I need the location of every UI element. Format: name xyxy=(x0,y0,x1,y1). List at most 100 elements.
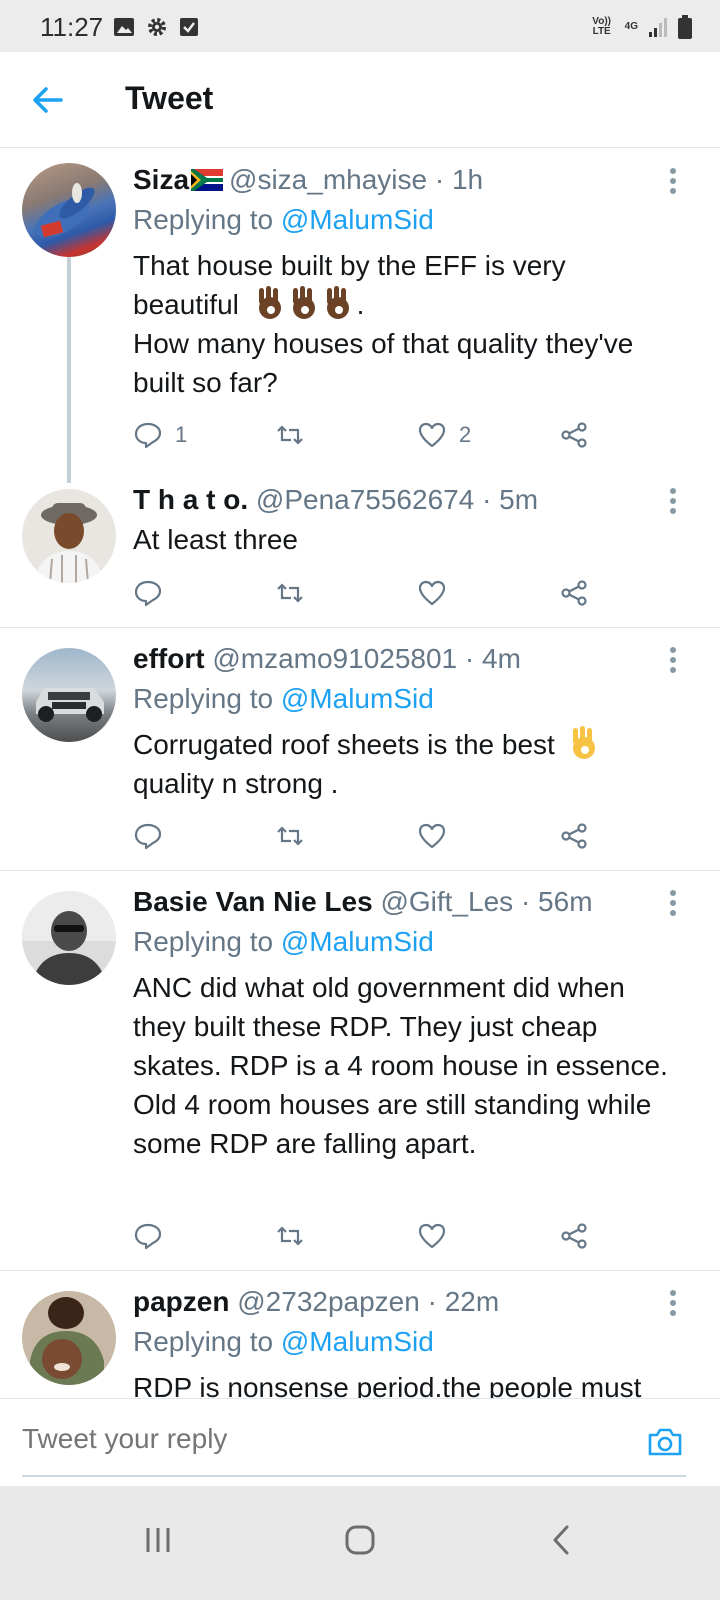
checkbox-icon xyxy=(180,18,198,36)
avatar[interactable] xyxy=(22,1291,116,1385)
mention-link[interactable]: @MalumSid xyxy=(281,1326,434,1357)
display-name[interactable]: Siza xyxy=(133,164,189,195)
display-name[interactable]: Basie Van Nie Les xyxy=(133,886,373,917)
thread-line xyxy=(67,257,71,483)
replying-to-label: Replying to xyxy=(133,1326,281,1357)
like-button[interactable] xyxy=(417,573,447,613)
battery-icon xyxy=(678,15,692,39)
like-button[interactable] xyxy=(417,816,447,856)
reply-button[interactable] xyxy=(133,1216,163,1256)
avatar[interactable] xyxy=(22,163,116,257)
mention-link[interactable]: @MalumSid xyxy=(281,204,434,235)
share-icon xyxy=(561,1223,587,1249)
mention-link[interactable]: @MalumSid xyxy=(281,683,434,714)
south-africa-flag-icon xyxy=(191,169,224,191)
tweet-time: · 5m xyxy=(482,484,539,515)
signal-icon xyxy=(649,18,667,37)
tweet-time: · 56m xyxy=(520,886,593,917)
page-title: Tweet xyxy=(125,80,214,116)
avatar[interactable] xyxy=(22,891,116,985)
reply-button[interactable] xyxy=(133,816,163,856)
user-handle[interactable]: @2732papzen xyxy=(237,1286,420,1317)
more-options-icon[interactable] xyxy=(664,644,682,680)
tweet-text: At least three xyxy=(133,524,298,555)
camera-icon[interactable] xyxy=(646,1423,684,1461)
share-button[interactable] xyxy=(559,415,589,455)
share-button[interactable] xyxy=(559,573,589,613)
retweet-icon xyxy=(277,826,303,846)
volte-indicator: Vo)) LTE xyxy=(592,16,611,37)
more-options-icon[interactable] xyxy=(664,1287,682,1323)
arrow-left-icon[interactable] xyxy=(30,82,66,118)
home-icon[interactable] xyxy=(338,1518,382,1562)
replying-to-label: Replying to xyxy=(133,204,281,235)
tweet-time: · 1h xyxy=(434,164,484,195)
reply-composer xyxy=(0,1398,720,1486)
system-nav-bar xyxy=(0,1486,720,1600)
retweet-icon xyxy=(277,583,303,603)
share-button[interactable] xyxy=(559,816,589,856)
more-options-icon[interactable] xyxy=(664,165,682,201)
back-nav-icon[interactable] xyxy=(540,1518,584,1562)
ok-hand-dark-emoji-icon xyxy=(326,286,349,319)
tweet-effort[interactable]: effort @mzamo91025801 · 4m Replying to @… xyxy=(0,628,720,871)
more-options-icon[interactable] xyxy=(664,485,682,521)
retweet-button[interactable] xyxy=(275,573,305,613)
avatar[interactable] xyxy=(22,648,116,742)
tweet-thato[interactable]: T h a t o. @Pena75562674 · 5m At least t… xyxy=(0,469,720,628)
settings-gear-icon xyxy=(148,18,166,36)
reply-button[interactable]: 1 xyxy=(133,415,187,455)
retweet-button[interactable] xyxy=(275,1216,305,1256)
display-name[interactable]: papzen xyxy=(133,1286,229,1317)
tweet-actions xyxy=(133,573,613,613)
tweet-basie[interactable]: Basie Van Nie Les @Gift_Les · 56m Replyi… xyxy=(0,871,720,1271)
share-icon xyxy=(561,580,587,606)
retweet-icon xyxy=(277,425,303,445)
user-handle[interactable]: @siza_mhayise xyxy=(229,164,427,195)
like-button[interactable] xyxy=(417,1216,447,1256)
tweet-time: · 4m xyxy=(464,643,521,674)
heart-icon xyxy=(418,422,446,448)
tweet-papzen[interactable]: papzen @2732papzen · 22m Replying to @Ma… xyxy=(0,1271,720,1398)
recent-apps-icon[interactable] xyxy=(136,1518,180,1562)
more-options-icon[interactable] xyxy=(664,887,682,923)
reply-input[interactable] xyxy=(22,1423,582,1455)
gallery-icon xyxy=(114,18,134,36)
input-underline xyxy=(22,1475,686,1477)
reply-icon xyxy=(134,823,162,850)
display-name[interactable]: T h a t o. xyxy=(133,484,248,515)
user-handle[interactable]: @Pena75562674 xyxy=(256,484,474,515)
user-handle[interactable]: @mzamo91025801 xyxy=(212,643,457,674)
ok-hand-dark-emoji-icon xyxy=(258,286,281,319)
tweet-text: That house built by the EFF is very beau… xyxy=(133,246,680,402)
like-count: 2 xyxy=(459,422,472,447)
like-button[interactable]: 2 xyxy=(417,415,471,455)
tweet-text-line: quality n strong . xyxy=(133,768,339,799)
top-app-bar: Tweet xyxy=(0,52,720,148)
tweet-actions xyxy=(133,816,613,856)
tweet-header: effort @mzamo91025801 · 4m xyxy=(133,639,680,679)
tweet-time: · 22m xyxy=(427,1286,500,1317)
mention-link[interactable]: @MalumSid xyxy=(281,926,434,957)
tweet-header: papzen @2732papzen · 22m xyxy=(133,1282,680,1322)
retweet-icon xyxy=(277,1226,303,1246)
tweet-text-line: beautiful xyxy=(133,289,239,320)
share-button[interactable] xyxy=(559,1216,589,1256)
status-bar: 11:27 Vo)) LTE 4G xyxy=(0,0,720,52)
display-name[interactable]: effort xyxy=(133,643,205,674)
replying-to: Replying to @MalumSid xyxy=(133,679,680,719)
heart-icon xyxy=(418,580,446,606)
user-handle[interactable]: @Gift_Les xyxy=(380,886,513,917)
retweet-button[interactable] xyxy=(275,415,305,455)
tweet-actions xyxy=(133,1216,613,1256)
tweet-header: Basie Van Nie Les @Gift_Les · 56m xyxy=(133,882,680,922)
retweet-button[interactable] xyxy=(275,816,305,856)
network-type-indicator: 4G xyxy=(624,21,638,32)
reply-icon xyxy=(134,1223,162,1250)
tweet-text-line: That house built by the EFF is very xyxy=(133,250,566,281)
tweet-siza[interactable]: Siza @siza_mhayise · 1h Replying to @Mal… xyxy=(0,149,720,483)
status-right-icons: Vo)) LTE 4G xyxy=(589,14,692,40)
reply-icon xyxy=(134,580,162,607)
reply-button[interactable] xyxy=(133,573,163,613)
avatar[interactable] xyxy=(22,489,116,583)
